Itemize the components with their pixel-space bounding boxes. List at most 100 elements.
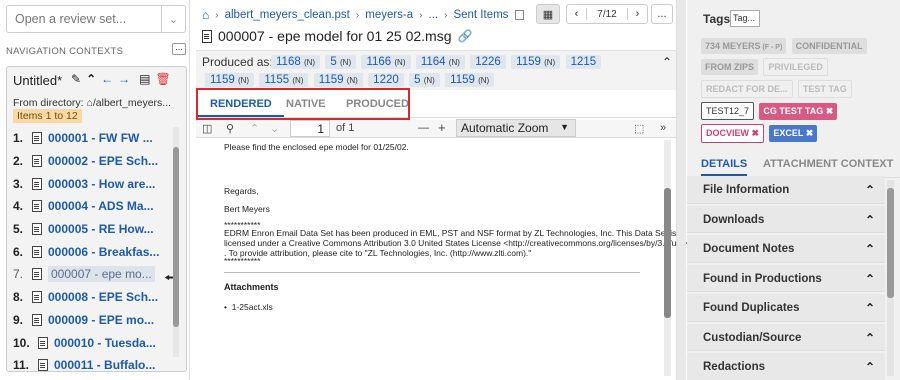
breadcrumb-item[interactable]: Sent Items — [453, 9, 508, 21]
tab-attachment-context[interactable]: ATTACHMENT CONTEXT — [763, 158, 893, 170]
list-scrollbar[interactable] — [173, 127, 179, 357]
list-item[interactable]: 8. 000008 - EPE Sch... — [13, 286, 163, 309]
item-label[interactable]: 000011 - Buffalo... — [54, 358, 155, 372]
production-chip[interactable]: 1159 (N) — [205, 73, 255, 87]
breadcrumb-item[interactable]: ... — [429, 9, 439, 21]
layout-toggle-button[interactable]: ▦ — [536, 4, 560, 24]
arrow-left-icon[interactable]: ← — [101, 72, 113, 86]
trash-icon[interactable]: 🗑 — [155, 72, 170, 86]
item-label[interactable]: 000004 - ADS Ma... — [48, 199, 154, 213]
list-item[interactable]: 4. 000004 - ADS Ma... — [13, 195, 163, 218]
production-chip[interactable]: 5 (N) — [325, 55, 357, 69]
scrollbar-thumb[interactable] — [887, 188, 894, 298]
chevron-up-icon: ⌃ — [864, 301, 875, 315]
viewer-scrollbar[interactable] — [664, 140, 671, 376]
tag[interactable]: CONFIDENTIAL — [791, 38, 867, 54]
body-line: Please find the enclosed epe model for 0… — [224, 142, 409, 152]
production-chip[interactable]: 1168 (N) — [271, 55, 321, 69]
section-file-information[interactable]: File Information ⌃ — [687, 176, 885, 204]
link-icon[interactable]: 🔗 — [458, 29, 473, 43]
list-item[interactable]: 10. 000010 - Tuesda... — [13, 331, 163, 354]
production-chip[interactable]: 1164 (N) — [415, 55, 465, 69]
fullscreen-icon[interactable]: ⬚ — [634, 122, 644, 135]
production-chip[interactable]: 1159 (N) — [445, 73, 495, 87]
list-item[interactable]: 1. 000001 - FW FW ... — [13, 127, 163, 150]
chevron-up-icon[interactable]: ⌃ — [662, 55, 672, 69]
list-item-current[interactable]: 7. 000007 - epe mo... — [13, 263, 163, 286]
chevron-right-icon[interactable]: › — [627, 8, 647, 20]
tag[interactable]: 734 MEYERS (F - P) — [701, 38, 787, 54]
chevron-down-icon[interactable]: ⌄ — [161, 6, 185, 32]
production-chip[interactable]: 5 (N) — [409, 73, 440, 87]
page-up-icon[interactable]: ⌃ — [250, 122, 259, 135]
search-icon[interactable]: ⚲ — [226, 122, 234, 135]
item-label[interactable]: 000009 - EPE mo... — [48, 313, 154, 327]
production-chip[interactable]: 1166 (N) — [361, 55, 411, 69]
nav-contexts-more-button[interactable]: ... — [172, 43, 186, 55]
item-label[interactable]: 000003 - How are... — [48, 177, 155, 191]
page-down-icon[interactable]: ⌄ — [270, 122, 279, 135]
item-label[interactable]: 000007 - epe mo... — [48, 266, 155, 283]
sidebar-toggle-icon[interactable]: ◫ — [202, 122, 212, 135]
list-item[interactable]: 6. 000006 - Breakfas... — [13, 240, 163, 263]
context-title[interactable]: Untitled* — [13, 73, 62, 88]
attachment-item[interactable]: • 1-25act.xls — [224, 302, 273, 312]
details-scrollbar[interactable] — [887, 180, 894, 376]
breadcrumb-item[interactable]: meyers-a — [365, 9, 413, 21]
arrow-right-icon[interactable]: → — [118, 72, 130, 86]
list-item[interactable]: 11. 000011 - Buffalo... — [13, 354, 163, 377]
list-item[interactable]: 3. 000003 - How are... — [13, 172, 163, 195]
more-actions-button[interactable]: ... — [651, 4, 673, 24]
production-chip[interactable]: 1159 (N) — [511, 55, 561, 69]
item-label[interactable]: 000005 - RE How... — [48, 222, 154, 236]
production-chip[interactable]: 1215 — [565, 55, 602, 69]
review-set-select[interactable]: Open a review set... ⌄ — [6, 5, 186, 33]
pager: ‹ 7/12 › — [566, 4, 648, 24]
tag-applied[interactable]: CG TEST TAG ✖ — [759, 103, 838, 120]
item-label[interactable]: 000001 - FW FW ... — [48, 131, 153, 145]
tag[interactable]: TEST12_7 — [701, 102, 755, 120]
chevron-up-icon[interactable]: ⌃ — [86, 72, 96, 86]
home-icon[interactable]: ⌂ — [202, 8, 209, 22]
item-label[interactable]: 000008 - EPE Sch... — [48, 290, 158, 304]
panel-splitter[interactable] — [676, 0, 686, 380]
item-label[interactable]: 000006 - Breakfas... — [48, 245, 159, 259]
zoom-in-button[interactable]: + — [438, 120, 446, 135]
production-chip[interactable]: 1220 — [368, 73, 404, 87]
section-found-in-productions[interactable]: Found in Productions ⌃ — [687, 264, 885, 292]
zoom-select[interactable]: Automatic Zoom ▼ — [456, 119, 576, 137]
zoom-out-button[interactable]: — — [418, 122, 429, 134]
breadcrumb-separator: › — [355, 9, 360, 21]
scrollbar-thumb[interactable] — [173, 147, 179, 327]
item-label[interactable]: 000010 - Tuesda... — [54, 336, 156, 350]
list-item[interactable]: 5. 000005 - RE How... — [13, 218, 163, 241]
pencil-icon[interactable]: ✎ — [71, 72, 81, 86]
tag[interactable]: TEST TAG — [797, 80, 852, 98]
tab-details[interactable]: DETAILS — [701, 158, 748, 176]
list-item[interactable]: 2. 000002 - EPE Sch... — [13, 150, 163, 173]
item-label[interactable]: 000002 - EPE Sch... — [48, 154, 158, 168]
tools-menu-icon[interactable]: » — [660, 122, 666, 134]
section-downloads[interactable]: Downloads ⌃ — [687, 205, 885, 233]
section-custodian-source[interactable]: Custodian/Source ⌃ — [687, 323, 885, 351]
chevron-left-icon[interactable]: ‹ — [567, 8, 587, 20]
copy-icon[interactable] — [515, 10, 525, 20]
section-found-duplicates[interactable]: Found Duplicates ⌃ — [687, 294, 885, 322]
production-chip[interactable]: 1159 (N) — [313, 73, 363, 87]
section-redactions[interactable]: Redactions ⌃ — [687, 353, 885, 380]
breadcrumb-item[interactable]: albert_meyers_clean.pst — [225, 9, 350, 21]
tag-applied[interactable]: EXCEL ✖ — [769, 125, 818, 142]
production-chip[interactable]: 1226 — [470, 55, 506, 69]
tag[interactable]: FROM ZIPS — [701, 59, 758, 75]
page-number-input[interactable]: 1 — [290, 120, 330, 137]
tag-input[interactable]: Tag... — [730, 10, 760, 27]
tag[interactable]: REDACT FOR DE... — [701, 80, 793, 98]
tag-applied[interactable]: DOCVIEW ✖ — [701, 124, 765, 143]
list-view-icon[interactable]: ▤ — [139, 72, 150, 86]
document-icon — [32, 245, 42, 258]
tag[interactable]: PRIVILEGED — [763, 58, 828, 76]
section-document-notes[interactable]: Document Notes ⌃ — [687, 235, 885, 263]
production-chip[interactable]: 1155 (N) — [259, 73, 309, 87]
list-item[interactable]: 9. 000009 - EPE mo... — [13, 309, 163, 332]
scrollbar-thumb[interactable] — [664, 188, 671, 318]
